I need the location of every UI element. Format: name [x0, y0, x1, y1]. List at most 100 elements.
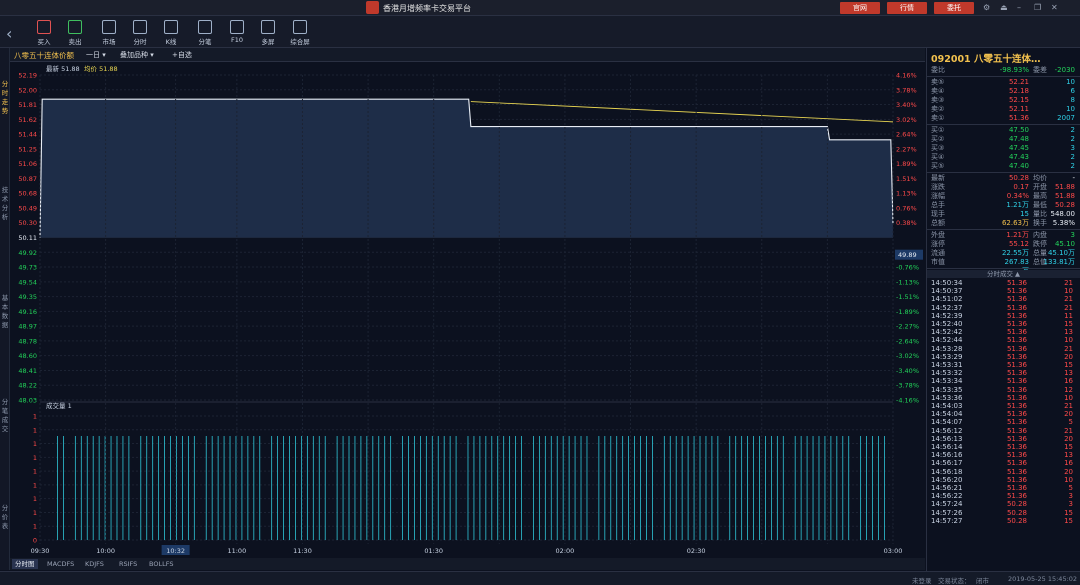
- settings-icon[interactable]: ⚙: [983, 3, 990, 12]
- row-value-2: 10: [1066, 105, 1075, 113]
- tick-volume: 21: [1064, 295, 1073, 304]
- tick-price: 51.36: [1006, 459, 1027, 468]
- tick-row: 14:54:07 51.36 5: [929, 418, 1079, 426]
- tab-timeshare[interactable]: 分时图: [12, 559, 38, 569]
- tick-time: 14:57:27: [931, 516, 963, 525]
- kline-icon: [164, 20, 178, 34]
- tick-price: 51.36: [1006, 352, 1027, 361]
- tick-volume: 21: [1064, 344, 1073, 353]
- tick-row: 14:56:18 51.36 20: [929, 468, 1079, 476]
- volume-tick-label: 1: [33, 468, 37, 476]
- row-label: 总额: [931, 219, 945, 227]
- x-tick-label: 11:30: [293, 547, 312, 555]
- kline-button[interactable]: K线: [158, 19, 184, 46]
- y-tick-pct: -2.64%: [896, 337, 919, 345]
- tick-volume: 20: [1064, 352, 1073, 361]
- tick-row: 14:56:17 51.36 16: [929, 459, 1079, 467]
- instrument-name: 八零五十连体价额: [14, 51, 74, 60]
- restore-icon[interactable]: ❐: [1034, 3, 1041, 12]
- eject-icon[interactable]: ⏏: [1000, 3, 1008, 12]
- stat-row: 总手 1.21万 最低 50.28: [929, 201, 1077, 210]
- nav-price-table[interactable]: 分价表: [0, 504, 10, 531]
- row-label: 涨幅: [931, 192, 945, 200]
- row-label-2: 最低: [1033, 201, 1047, 209]
- row-label: 卖③: [931, 96, 945, 104]
- ask-row: 卖④ 52.18 6: [929, 87, 1077, 96]
- tab-kdj[interactable]: KDJFS: [82, 559, 107, 569]
- timeshare-chart[interactable]: 52.19 52.00 51.81 51.62 51.44 51.25 51.06 50.87…: [10, 62, 925, 558]
- buy-button[interactable]: 买入: [31, 19, 57, 46]
- tick-price: 51.36: [1006, 377, 1027, 386]
- row-value-2: 50.28: [1054, 201, 1075, 209]
- volume-tick-label: 0: [33, 537, 37, 545]
- title-bar: 香港月增频率卡交易平台 官网 行情 委托 ⚙ ⏏ – ❐ ✕: [0, 0, 1080, 16]
- tick-volume: 21: [1064, 402, 1073, 410]
- tick-volume: 20: [1064, 410, 1073, 419]
- period-select[interactable]: 一日 ▾: [86, 50, 106, 60]
- row-value-2: 2: [1070, 126, 1075, 134]
- row-label: 市值: [931, 258, 945, 266]
- market-button[interactable]: 行情: [887, 2, 927, 14]
- nav-tick-trades[interactable]: 分笔成交: [0, 398, 10, 434]
- tick-volume: 15: [1064, 516, 1073, 525]
- y-tick-pct: -0.76%: [896, 264, 919, 272]
- tick-price: 50.28: [1006, 516, 1027, 525]
- multiscreen-button[interactable]: 多屏: [255, 19, 281, 46]
- nav-technical[interactable]: 技术分析: [0, 186, 10, 222]
- official-site-button[interactable]: 官网: [840, 2, 880, 14]
- timeshare-button[interactable]: 分时: [127, 19, 153, 46]
- tick-price: 51.36: [1006, 295, 1027, 304]
- volume-tick-label: 1: [33, 523, 37, 531]
- y-tick-pct: -3.78%: [896, 382, 919, 390]
- row-label-2: 跌停: [1033, 240, 1047, 248]
- stat-row: 市值267.83万总值133.81万: [929, 258, 1077, 275]
- tick-row: 14:53:36 51.36 10: [929, 394, 1079, 402]
- stat-row: 现手 15 量比 548.00: [929, 210, 1077, 219]
- tick-time: 14:50:34: [931, 279, 963, 287]
- add-watchlist-button[interactable]: +自选: [172, 50, 192, 60]
- sell-button[interactable]: 卖出: [62, 19, 88, 46]
- row-value: 62.63万: [1001, 219, 1029, 227]
- nav-fundamental[interactable]: 基本数据: [0, 294, 10, 330]
- nav-timeshare[interactable]: 分时走势: [0, 80, 10, 116]
- row-label: 买⑤: [931, 162, 945, 170]
- tick-price: 51.36: [1006, 361, 1027, 369]
- row-label: 买③: [931, 144, 945, 152]
- tick-volume: 20: [1064, 434, 1073, 443]
- main-toolbar: 买入 卖出 市场 分时 K线 分笔 F10 多屏 综合屏: [0, 16, 1080, 48]
- dashboard-button[interactable]: 综合屏: [287, 19, 313, 46]
- ticks-header: 分时成交 ▲: [927, 270, 1080, 278]
- close-icon[interactable]: ✕: [1051, 3, 1058, 12]
- f10-button[interactable]: F10: [224, 19, 250, 45]
- tab-rsi[interactable]: RSIFS: [116, 559, 140, 569]
- row-value: 22.55万: [1001, 249, 1029, 257]
- tab-macd[interactable]: MACDFS: [44, 559, 77, 569]
- row-label: 涨停: [931, 240, 945, 248]
- tick-time: 14:56:14: [931, 443, 963, 451]
- y-tick-label: 51.81: [18, 101, 37, 109]
- clock: 2019-05-25 15:45:02: [1008, 575, 1078, 583]
- trade-button[interactable]: 委托: [934, 2, 974, 14]
- overlay-select[interactable]: 叠加品种 ▾: [120, 50, 154, 60]
- chart-canvas: 52.19 52.00 51.81 51.62 51.44 51.25 51.06 50.87…: [10, 62, 925, 558]
- tick-time: 14:53:35: [931, 385, 963, 394]
- tick-price: 51.36: [1006, 279, 1027, 287]
- tick-row: 14:56:13 51.36 20: [929, 435, 1079, 443]
- row-value-2: -2030: [1054, 66, 1075, 74]
- back-arrow-icon[interactable]: ‹: [6, 24, 12, 43]
- y-tick-pct: 1.89%: [896, 160, 917, 168]
- tab-boll[interactable]: BOLLFS: [146, 559, 176, 569]
- y-tick-pct: -4.16%: [896, 397, 919, 405]
- y-tick-label: 51.62: [18, 116, 37, 124]
- ticks-button[interactable]: 分笔: [192, 19, 218, 46]
- tick-time: 14:52:44: [931, 336, 963, 345]
- row-label-2: 最高: [1033, 192, 1047, 200]
- market-tool-button[interactable]: 市场: [96, 19, 122, 46]
- x-tick-label: 03:00: [884, 547, 903, 555]
- ask-row: 卖③ 52.15 8: [929, 96, 1077, 105]
- minimize-icon[interactable]: –: [1017, 3, 1021, 12]
- volume-tick-label: 1: [33, 495, 37, 503]
- row-label: 涨跌: [931, 183, 945, 191]
- row-value: 47.43: [1008, 153, 1029, 161]
- y-tick-pct: 2.27%: [896, 145, 917, 153]
